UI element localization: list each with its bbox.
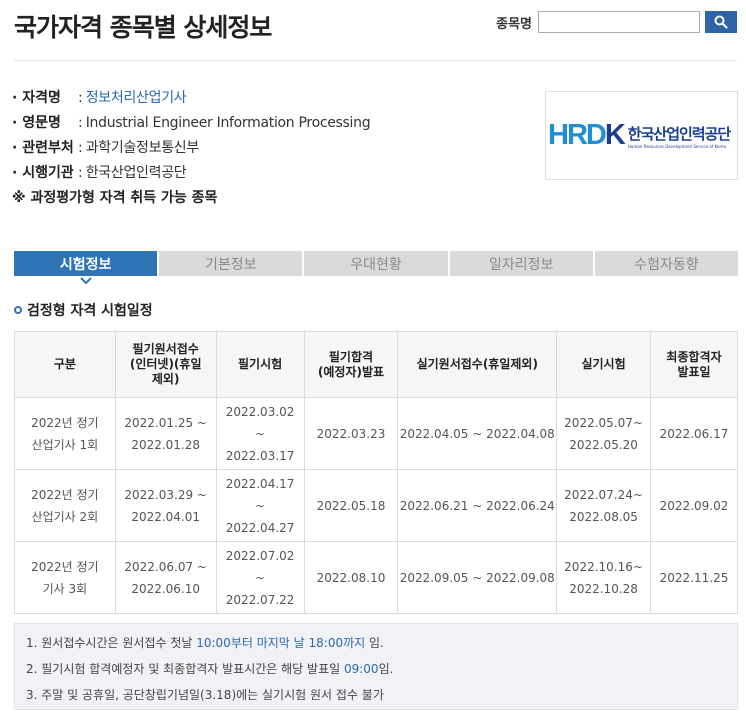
search-bar: 종목명 (496, 11, 737, 33)
info-value: 과학기술정보통신부 (85, 140, 200, 156)
table-cell: 2022.06.21 ~ 2022.06.24 (397, 469, 558, 542)
table-cell: 2022.08.10 (303, 541, 399, 614)
search-button[interactable] (705, 11, 737, 33)
table-header-row: 구분 필기원서접수 (인터넷)(휴일 제외) 필기시험 필기합격 (예정자)발표 실기… (14, 331, 738, 398)
table-cell: 2022년 정기 산업기사 1회 (14, 397, 116, 470)
search-label: 종목명 (496, 16, 532, 32)
table-row: 2022년 정기 산업기사 1회 2022.01.25 ~2022.01.28 2… (14, 397, 738, 470)
tab-candidate-trends[interactable]: 수험자동향 (594, 251, 739, 276)
tab-bar: 시험정보 기본정보 우대현황 일자리정보 수험자동향 (14, 251, 739, 276)
info-colon: : (78, 90, 83, 106)
info-key: · 관련부처 (12, 140, 74, 156)
table-cell: 2022.04.05 ~ 2022.04.08 (397, 397, 558, 470)
logo-korean-name: 한국산업인력공단 (627, 124, 731, 143)
table-cell: 2022.03.29 ~2022.04.01 (114, 469, 217, 542)
exam-schedule-table: 구분 필기원서접수 (인터넷)(휴일 제외) 필기시험 필기합격 (예정자)발표 실기… (14, 331, 738, 614)
info-colon: : (78, 165, 83, 181)
column-header: 필기합격 (예정자)발표 (303, 331, 399, 398)
table-row: 2022년 정기 산업기사 2회 2022.03.29 ~2022.04.01 2… (14, 469, 738, 542)
tab-basic-info[interactable]: 기본정보 (159, 251, 303, 276)
column-header: 필기시험 (215, 331, 305, 398)
table-cell: 2022.03.23 (303, 397, 399, 470)
info-row-name: · 자격명 : 정보처리산업기사 (12, 86, 370, 111)
qualification-name-link[interactable]: 정보처리산업기사 (86, 86, 187, 111)
info-value: 한국산업인력공단 (85, 165, 187, 181)
info-key: · 시행기관 (12, 165, 74, 181)
table-cell: 2022.03.02 ~2022.03.17 (215, 397, 305, 470)
table-cell: 2022.06.07 ~2022.06.10 (114, 541, 217, 614)
qualification-info: · 자격명 : 정보처리산업기사 · 영문명 : Industrial Engi… (12, 86, 371, 211)
table-cell: 2022년 정기 기사 3회 (14, 541, 116, 614)
table-row: 2022년 정기 기사 3회 2022.06.07 ~2022.06.10 202… (14, 541, 738, 614)
column-header: 최종합격자 발표일 (650, 331, 738, 398)
search-input[interactable] (538, 11, 700, 33)
tab-preference[interactable]: 우대현황 (304, 251, 448, 276)
logo-mark: HRDK (548, 119, 626, 151)
note-item: 2. 필기시험 합격예정자 및 최종합격자 발표시간은 해당 발표일 09:00… (26, 662, 394, 676)
section-title-text: 검정형 자격 시험일정 (27, 303, 153, 319)
table-cell: 2022.10.16~ 2022.10.28 (556, 541, 652, 614)
table-cell: 2022.04.17 ~2022.04.27 (215, 469, 305, 542)
table-cell: 2022.05.18 (303, 469, 399, 542)
table-cell: 2022.05.07~ 2022.05.20 (556, 397, 652, 470)
tab-exam-info[interactable]: 시험정보 (14, 251, 158, 276)
header-divider (14, 60, 737, 61)
course-evaluation-note: ※ 과정평가형 자격 취득 가능 종목 (12, 190, 218, 206)
column-header: 필기원서접수 (인터넷)(휴일 제외) (114, 331, 217, 398)
logo-english-name: Human Resources Development Service of K… (627, 143, 726, 149)
table-cell: 2022.07.02 ~2022.07.22 (215, 541, 305, 614)
info-colon: : (78, 115, 83, 131)
info-value: Industrial Engineer Information Processi… (85, 115, 371, 131)
table-cell: 2022.09.05 ~ 2022.09.08 (397, 541, 558, 614)
table-cell: 2022.09.02 (650, 469, 738, 542)
info-colon: : (78, 140, 83, 156)
table-cell: 2022년 정기 산업기사 2회 (14, 469, 116, 542)
page-title: 국가자격 종목별 상세정보 (14, 13, 272, 42)
table-cell: 2022.11.25 (650, 541, 738, 614)
notes-box: 1. 원서접수시간은 원서접수 첫날 10:00부터 마지막 날 18:00까지… (14, 623, 738, 710)
info-row-ministry: · 관련부처 : 과학기술정보통신부 (12, 136, 370, 161)
info-row-agency: · 시행기관 : 한국산업인력공단 (12, 161, 370, 186)
table-cell: 2022.07.24~ 2022.08.05 (556, 469, 652, 542)
column-header: 실기원서접수(휴일제외) (397, 331, 558, 398)
chevron-down-icon (80, 277, 92, 285)
column-header: 구분 (14, 331, 116, 398)
note-item: 1. 원서접수시간은 원서접수 첫날 10:00부터 마지막 날 18:00까지… (26, 636, 384, 650)
table-cell: 2022.01.25 ~2022.01.28 (114, 397, 217, 470)
column-header: 실기시험 (556, 331, 652, 398)
section-title: 검정형 자격 시험일정 (14, 300, 153, 320)
info-key: · 영문명 (12, 115, 61, 131)
table-cell: 2022.06.17 (650, 397, 738, 470)
circle-bullet-icon (14, 306, 22, 314)
logo-text: 한국산업인력공단 Human Resources Development Ser… (627, 123, 731, 149)
info-row-english: · 영문명 : Industrial Engineer Information … (12, 111, 371, 136)
note-item: 3. 주말 및 공휴일, 공단창립기념일(3.18)에는 실기시험 원서 접수 … (26, 688, 384, 702)
search-icon (714, 15, 728, 29)
tab-job-info[interactable]: 일자리정보 (449, 251, 593, 276)
info-key: · 자격명 (12, 90, 61, 106)
hrdk-logo: HRDK 한국산업인력공단 Human Resources Developmen… (545, 91, 738, 180)
